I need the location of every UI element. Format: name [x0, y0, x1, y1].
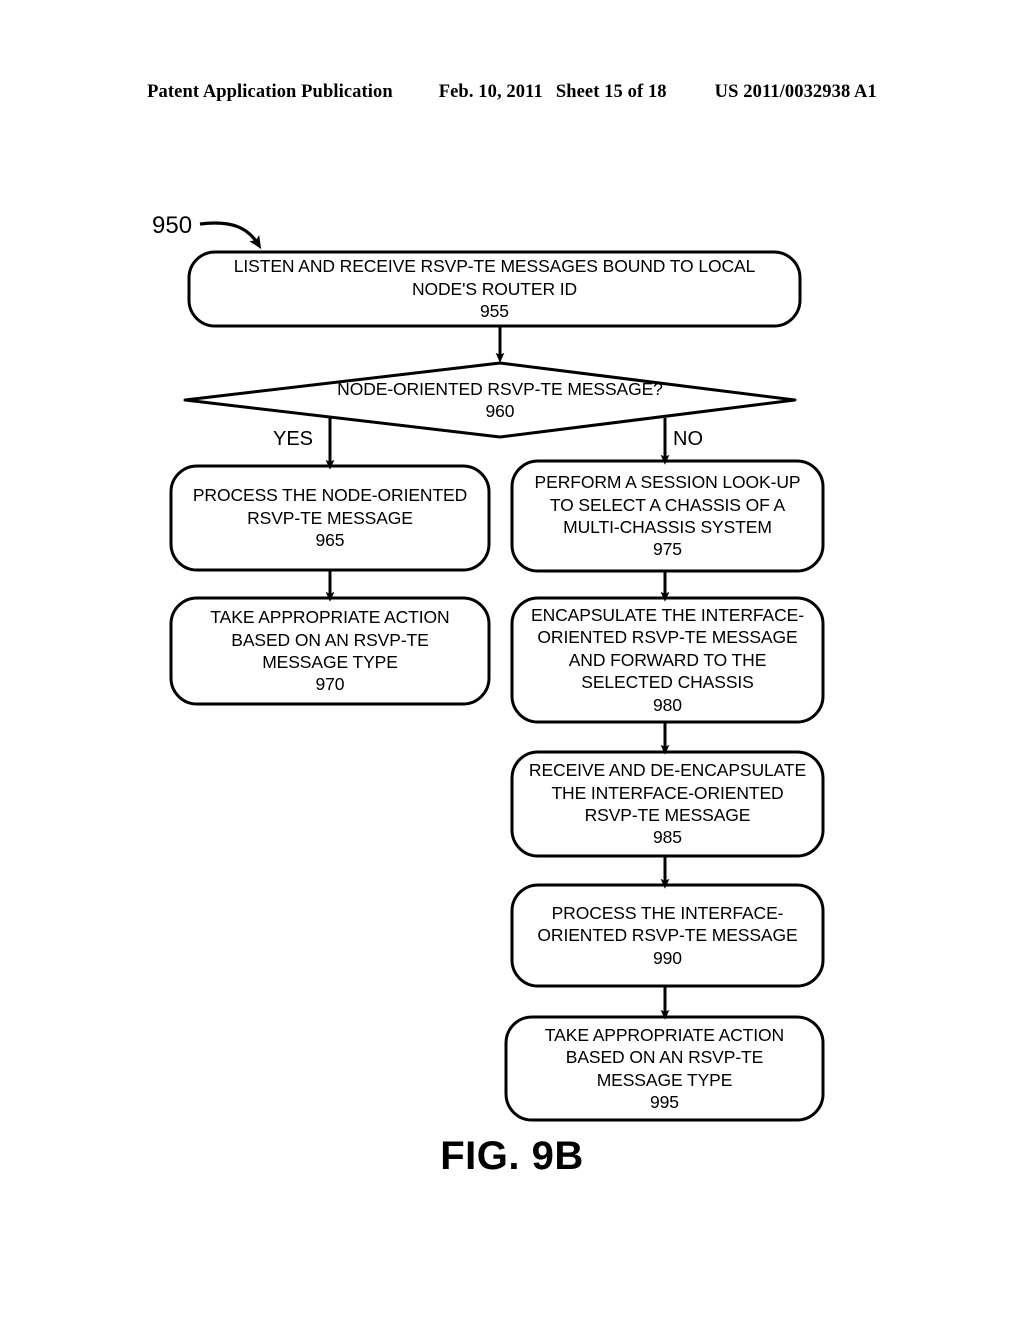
node-shape-980	[510, 596, 825, 724]
node-shape-990	[510, 883, 825, 988]
flowchart-figure	[0, 0, 1024, 1320]
node-shape-985	[510, 750, 825, 858]
flow-reference-label-950: 950	[152, 212, 193, 239]
branch-label-yes: YES	[273, 428, 314, 450]
node-shape-995	[504, 1015, 825, 1122]
callout-arrow-950	[199, 221, 262, 250]
flowchart-canvas	[169, 221, 825, 1122]
node-shape-970	[169, 596, 491, 706]
node-shape-955	[187, 250, 802, 328]
node-shape-960	[183, 361, 797, 439]
figure-caption: FIG. 9B	[440, 1134, 584, 1178]
branch-label-no: NO	[673, 428, 703, 450]
node-shape-965	[169, 464, 491, 572]
node-shape-975	[510, 459, 825, 573]
